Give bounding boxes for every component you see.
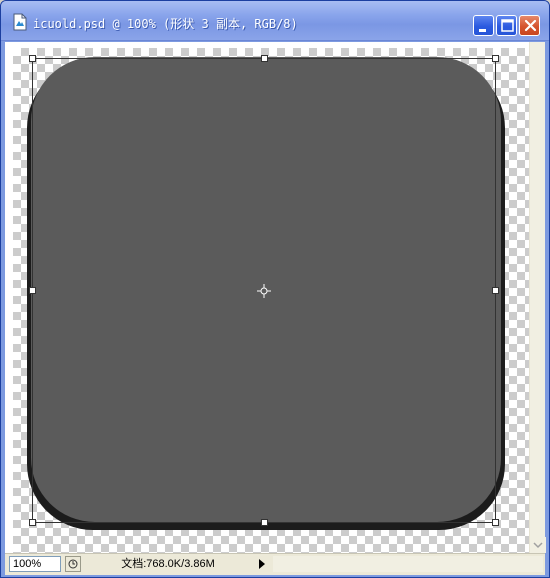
maximize-icon [501, 19, 514, 32]
close-button[interactable] [519, 15, 540, 36]
shape-layer[interactable] [13, 48, 529, 553]
status-menu-button[interactable] [255, 556, 269, 572]
close-icon [524, 19, 537, 32]
title-bar[interactable]: icuold.psd @ 100% (形状 3 副本, RGB/8) [1, 1, 549, 41]
handle-bottom-center[interactable] [261, 519, 268, 526]
minimize-icon [479, 29, 486, 32]
status-bar: 100% 文档:768.0K/3.86M [5, 553, 545, 575]
zoom-level-field[interactable]: 100% [9, 556, 61, 572]
vertical-scrollbar[interactable] [529, 42, 546, 553]
transparent-canvas[interactable] [13, 48, 529, 553]
handle-middle-right[interactable] [492, 287, 499, 294]
window-title: icuold.psd @ 100% (形状 3 副本, RGB/8) [33, 17, 298, 31]
minimize-button[interactable] [473, 15, 494, 36]
handle-top-left[interactable] [29, 55, 36, 62]
psd-document-icon [12, 13, 28, 31]
maximize-button[interactable] [496, 15, 517, 36]
document-size-info: 文档:768.0K/3.86M [83, 556, 253, 572]
handle-bottom-right[interactable] [492, 519, 499, 526]
handle-middle-left[interactable] [29, 287, 36, 294]
horizontal-scrollbar[interactable] [273, 556, 543, 572]
handle-top-center[interactable] [261, 55, 268, 62]
document-area: 100% 文档:768.0K/3.86M [5, 42, 546, 575]
play-arrow-icon [259, 559, 265, 569]
navigator-icon[interactable] [65, 556, 81, 572]
document-window: icuold.psd @ 100% (形状 3 副本, RGB/8) 100% … [0, 0, 550, 578]
chevron-down-icon [533, 542, 543, 549]
handle-top-right[interactable] [492, 55, 499, 62]
scroll-down-button[interactable] [530, 537, 546, 553]
handle-bottom-left[interactable] [29, 519, 36, 526]
